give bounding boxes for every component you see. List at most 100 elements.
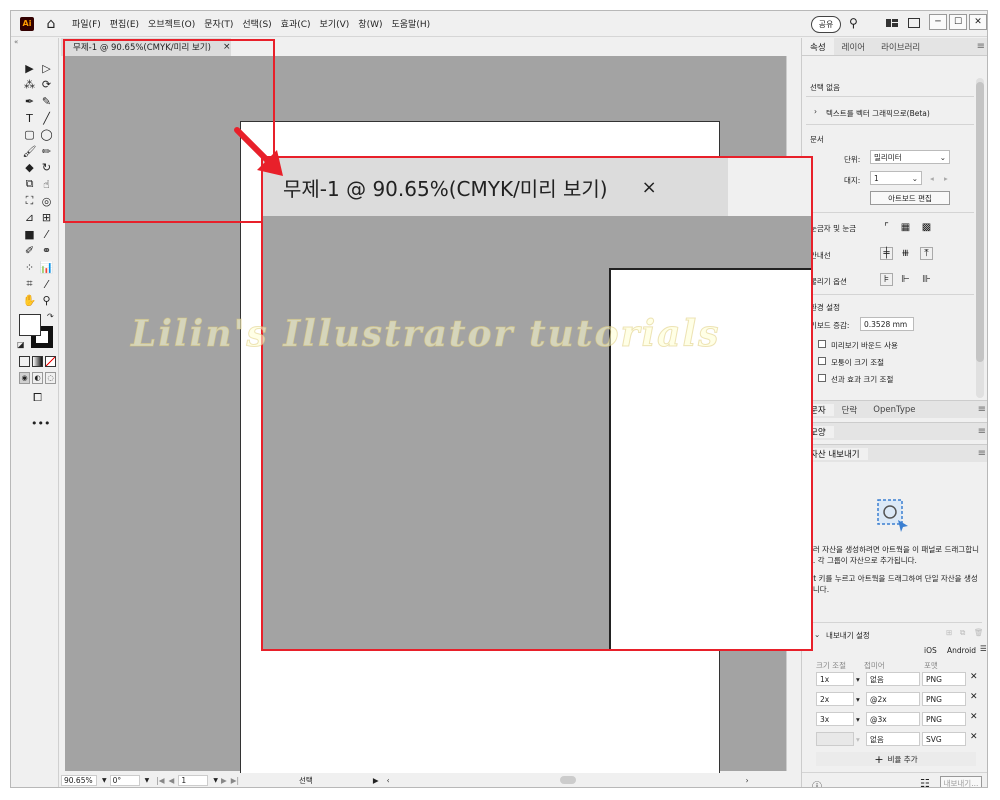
free-transform-tool-icon[interactable]: ⛶ — [21, 194, 38, 209]
tab-properties[interactable]: 속성 — [802, 38, 834, 55]
horizontal-scroll-thumb[interactable] — [559, 776, 576, 784]
hscroll-right-icon[interactable]: › — [746, 776, 749, 785]
artboard-select[interactable]: 1 ⌄ — [870, 171, 922, 185]
tab-paragraph[interactable]: 단락 — [834, 404, 866, 416]
hscroll-left-icon[interactable]: ‹ — [387, 776, 390, 785]
pen-tool-icon[interactable]: ✒ — [21, 94, 38, 109]
export-for-screens-icon[interactable]: ☷ — [920, 777, 930, 787]
minimize-button[interactable]: ─ — [929, 14, 947, 30]
export-button[interactable]: 내보내기... — [940, 776, 982, 787]
next-artboard-arrow-icon[interactable]: ▸ — [944, 174, 948, 183]
hand-tool-icon[interactable]: ✋ — [21, 293, 38, 308]
none-mode-icon[interactable] — [45, 355, 56, 367]
default-colors-icon[interactable]: ◪ — [17, 340, 25, 349]
snap-point-icon[interactable]: ⊧ — [880, 273, 893, 286]
search-icon[interactable]: ⚲ — [849, 16, 858, 30]
arrange-documents-icon[interactable] — [886, 18, 898, 28]
grid-icon[interactable]: ▦ — [899, 221, 912, 234]
export-list-icon[interactable]: ☰ — [980, 644, 987, 653]
checkbox-scale-corners[interactable] — [818, 357, 826, 365]
toolbar-collapse-icon[interactable]: « — [11, 38, 58, 50]
menu-effect[interactable]: 효과(C) — [281, 17, 311, 30]
vectorize-expand-icon[interactable]: › — [814, 107, 817, 116]
scale-dropdown-icon[interactable]: ▾ — [856, 715, 860, 724]
line-tool-icon[interactable]: ╱ — [38, 111, 55, 126]
mesh-tool-icon[interactable]: ⊞ — [38, 210, 55, 225]
tab-libraries[interactable]: 라이브러리 — [873, 38, 928, 55]
selection-tool-icon[interactable]: ▶ — [21, 61, 38, 76]
warp-tool-icon[interactable]: ☝ — [38, 177, 55, 192]
blend-tool-icon[interactable]: ⚭ — [38, 243, 55, 258]
remove-row-icon[interactable]: ✕ — [970, 732, 978, 742]
tab-layers[interactable]: 레이어 — [834, 38, 873, 55]
swap-colors-icon[interactable]: ↷ — [47, 312, 54, 321]
prev-artboard-arrow-icon[interactable]: ◂ — [930, 174, 934, 183]
properties-scrollbar[interactable] — [976, 78, 984, 398]
slice-tool-icon[interactable]: ⁄ — [38, 277, 55, 292]
snap-grid-icon[interactable]: ⊩ — [899, 273, 912, 286]
more-tools-icon[interactable]: ••• — [11, 417, 58, 430]
maximize-button[interactable]: ☐ — [949, 14, 967, 30]
paintbrush-tool-icon[interactable]: 🖌 — [21, 144, 38, 159]
transparency-grid-icon[interactable]: ▩ — [920, 221, 933, 234]
zoom-dropdown-icon[interactable]: ▼ — [102, 777, 107, 784]
ruler-icon[interactable]: ⌜ — [880, 221, 893, 234]
add-scale-button[interactable]: + 비율 추가 — [816, 752, 976, 766]
status-menu-icon[interactable]: ▶ — [373, 776, 379, 785]
format-select[interactable]: PNG — [922, 692, 966, 706]
tab-opentype[interactable]: OpenType — [865, 405, 923, 415]
shape-panel-menu-icon[interactable]: ≡ — [978, 426, 986, 437]
next-artboard-icon[interactable]: ▶ — [221, 776, 227, 785]
artboard-tool-icon[interactable]: ⌗ — [21, 277, 38, 292]
suffix-field[interactable]: 없음 — [866, 732, 920, 746]
first-artboard-icon[interactable]: |◀ — [156, 776, 164, 785]
scale-field[interactable] — [816, 732, 854, 746]
export-panel-menu-icon[interactable]: ≡ — [978, 448, 986, 459]
eraser-tool-icon[interactable]: ◆ — [21, 160, 38, 175]
vectorize-label[interactable]: 텍스트를 벡터 그래픽으로(Beta) — [826, 108, 930, 119]
ios-preset[interactable]: iOS — [924, 646, 937, 655]
text-panel-menu-icon[interactable]: ≡ — [978, 404, 986, 415]
scale-field[interactable]: 3x — [816, 712, 854, 726]
scale-dropdown-icon[interactable]: ▾ — [856, 695, 860, 704]
guides-lock-icon[interactable]: ⧻ — [899, 247, 912, 260]
android-preset[interactable]: Android — [947, 646, 976, 655]
zoom-level-field[interactable]: 90.65% — [61, 774, 97, 786]
artboard-dropdown-icon[interactable]: ▼ — [213, 777, 218, 784]
remove-row-icon[interactable]: ✕ — [970, 672, 978, 682]
edit-artboards-button[interactable]: 아트보드 편집 — [870, 191, 950, 205]
direct-selection-tool-icon[interactable]: ▷ — [38, 61, 55, 76]
suffix-field[interactable]: @2x — [866, 692, 920, 706]
scale-field[interactable]: 1x — [816, 672, 854, 686]
menu-select[interactable]: 선택(S) — [242, 17, 271, 30]
rectangle-tool-icon[interactable]: ▢ — [21, 127, 38, 142]
color-mode-icon[interactable] — [19, 355, 30, 367]
symbol-sprayer-tool-icon[interactable]: ⁘ — [21, 260, 38, 275]
ellipse-tool-icon[interactable]: ◯ — [38, 127, 55, 142]
screen-mode-icon[interactable]: ⧠ — [29, 391, 46, 406]
checkbox-preview-bounds[interactable] — [818, 340, 826, 348]
unit-select[interactable]: 밀리미터 ⌄ — [870, 150, 950, 164]
draw-behind-icon[interactable]: ◐ — [32, 371, 43, 384]
menu-file[interactable]: 파일(F) — [72, 17, 101, 30]
gradient-tool-icon[interactable]: ■ — [21, 227, 38, 242]
eyedropper-tool-icon[interactable]: ⁄ — [38, 227, 55, 242]
menu-help[interactable]: 도움말(H) — [392, 17, 431, 30]
menu-window[interactable]: 창(W) — [358, 17, 382, 30]
rotation-field[interactable]: 0° — [109, 774, 140, 786]
last-artboard-icon[interactable]: ▶| — [231, 776, 239, 785]
suffix-field[interactable]: @3x — [866, 712, 920, 726]
lasso-tool-icon[interactable]: ⟳ — [38, 77, 55, 92]
share-button[interactable]: 공유 — [811, 16, 841, 33]
remove-row-icon[interactable]: ✕ — [970, 712, 978, 722]
perspective-grid-tool-icon[interactable]: ⊿ — [21, 210, 38, 225]
rotate-tool-icon[interactable]: ↻ — [38, 160, 55, 175]
export-copy-icon[interactable]: ⧉ — [960, 628, 965, 638]
shape-builder-tool-icon[interactable]: ◎ — [38, 194, 55, 209]
scale-dropdown-icon[interactable]: ▾ — [856, 675, 860, 684]
panel-toggle-icon[interactable] — [908, 18, 920, 28]
column-graph-tool-icon[interactable]: 📊 — [38, 260, 55, 275]
suffix-field[interactable]: 없음 — [866, 672, 920, 686]
snap-pixel-icon[interactable]: ⊪ — [920, 273, 933, 286]
close-window-button[interactable]: ✕ — [969, 14, 987, 30]
